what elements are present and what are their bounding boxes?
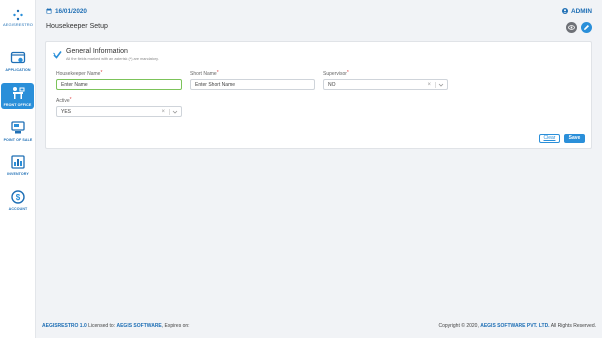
sidebar-item-label: POINT OF SALE: [3, 138, 33, 142]
sidebar-item-label: FRONT OFFICE: [3, 103, 32, 107]
copyright-text: Copyright © 2020,: [438, 323, 479, 329]
short-name-label: Short Name*: [190, 70, 219, 77]
licensee: AEGIS SOFTWARE: [116, 323, 162, 329]
expires-text: , Expires on:: [161, 323, 190, 329]
view-button[interactable]: [566, 22, 577, 33]
logo-mark-icon: [13, 9, 23, 21]
supervisor-label: Supervisor*: [323, 70, 349, 77]
company-name: AEGIS SOFTWARE PVT. LTD.: [480, 323, 550, 329]
required-marker: *: [100, 70, 103, 76]
user-name: ADMIN: [571, 8, 592, 15]
svg-text:$: $: [16, 193, 21, 202]
rights-text: All Rights Reserved.: [550, 323, 596, 329]
save-button[interactable]: Save: [564, 134, 585, 143]
pencil-icon: [584, 25, 589, 30]
sidebar-item-label: ACCOUNT: [8, 207, 28, 211]
brand-name: AEGISRESTRO: [3, 22, 33, 27]
product-version: AEGISRESTRO 1.0: [42, 323, 87, 329]
pos-terminal-icon: [11, 121, 25, 134]
select-divider: [169, 109, 170, 115]
mandatory-note: All the fields marked with an asterisk (…: [66, 57, 159, 61]
sidebar-item-point-of-sale[interactable]: POINT OF SALE: [0, 120, 36, 142]
required-marker: *: [216, 70, 219, 76]
footer-license: AEGISRESTRO 1.0 Licensed to: AEGIS SOFTW…: [42, 323, 190, 329]
section-title: General Information: [66, 48, 128, 55]
user-icon: [562, 8, 569, 14]
eye-icon: [568, 25, 575, 30]
sidebar-item-label: APPLICATION: [5, 68, 31, 72]
account-dollar-icon: $: [11, 190, 25, 204]
housekeeper-name-label: Housekeeper Name*: [56, 70, 103, 77]
edit-button[interactable]: [581, 22, 592, 33]
sidebar-item-application[interactable]: APPLICATION: [0, 50, 36, 72]
select-divider: [435, 82, 436, 88]
active-select[interactable]: YES ×: [56, 106, 182, 117]
general-information-card: General Information All the fields marke…: [45, 41, 592, 149]
date-text: 16/01/2020: [55, 8, 87, 15]
licensed-text: Licensed to:: [88, 323, 116, 329]
user-menu[interactable]: ADMIN: [562, 8, 592, 15]
short-name-input[interactable]: [190, 79, 315, 90]
application-window-icon: [10, 51, 26, 64]
required-marker: *: [346, 70, 349, 76]
check-badge-icon: [53, 51, 62, 59]
clear-icon[interactable]: ×: [427, 82, 431, 88]
footer-copyright: Copyright © 2020, AEGIS SOFTWARE PVT. LT…: [438, 323, 596, 329]
sidebar-item-account[interactable]: $ ACCOUNT: [0, 189, 36, 211]
front-office-desk-icon: [12, 87, 24, 99]
chevron-down-icon[interactable]: [172, 109, 178, 115]
required-marker: *: [69, 97, 72, 103]
supervisor-select[interactable]: NO ×: [323, 79, 448, 90]
sidebar-item-front-office[interactable]: FRONT OFFICE: [1, 83, 34, 109]
current-date: 16/01/2020: [46, 8, 87, 15]
chevron-down-icon[interactable]: [438, 82, 444, 88]
clear-button[interactable]: Clear: [539, 134, 560, 143]
calendar-icon: [46, 8, 52, 14]
supervisor-value: NO: [328, 82, 336, 88]
sidebar: AEGISRESTRO APPLICATION FRONT OFFICE POI…: [0, 0, 36, 338]
active-value: YES: [61, 109, 72, 115]
brand-logo[interactable]: AEGISRESTRO: [0, 9, 36, 27]
page-title: Housekeeper Setup: [46, 23, 108, 30]
sidebar-item-inventory[interactable]: INVENTORY: [0, 154, 36, 176]
clear-icon[interactable]: ×: [161, 109, 165, 115]
housekeeper-name-input[interactable]: [56, 79, 182, 90]
sidebar-item-label: INVENTORY: [7, 172, 29, 176]
active-label: Active*: [56, 97, 72, 104]
inventory-chart-icon: [11, 155, 25, 169]
